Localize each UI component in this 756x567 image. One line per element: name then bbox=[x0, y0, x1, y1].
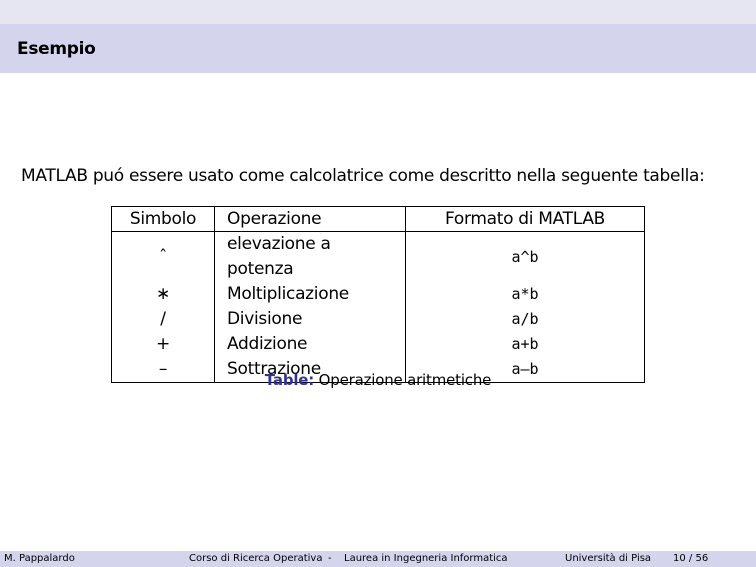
table-row: ˆ elevazione a potenza a^b bbox=[111, 231, 645, 282]
table-caption: Table: Operazione aritmetiche bbox=[0, 371, 756, 389]
caption-label: Table: bbox=[264, 371, 315, 389]
footer-author: M. Pappalardo bbox=[4, 553, 75, 564]
header-symbol: Simbolo bbox=[111, 206, 215, 232]
footer-degree: Laurea in Ingegneria Informatica bbox=[344, 553, 508, 564]
symbol-cell: + bbox=[111, 332, 215, 357]
symbol-cell: / bbox=[111, 307, 215, 332]
footer-course: Corso di Ricerca Operativa bbox=[189, 553, 323, 564]
caption-text: Operazione aritmetiche bbox=[318, 371, 492, 389]
operation-cell: Addizione bbox=[214, 332, 406, 357]
table-row: / Divisione a/b bbox=[111, 307, 645, 332]
footer-bar: M. Pappalardo Corso di Ricerca Operativa… bbox=[0, 551, 756, 567]
table-row: + Addizione a+b bbox=[111, 332, 645, 357]
operation-cell: Divisione bbox=[214, 307, 406, 332]
table-header-row: Simbolo Operazione Formato di MATLAB bbox=[111, 206, 645, 232]
operations-table: Simbolo Operazione Formato di MATLAB ˆ e… bbox=[111, 206, 645, 383]
footer-page-number: 10 / 56 bbox=[673, 553, 709, 564]
footer-university: Università di Pisa bbox=[565, 553, 652, 564]
table-row: ∗ Moltiplicazione a*b bbox=[111, 282, 645, 307]
matlab-cell: a*b bbox=[405, 282, 645, 307]
matlab-cell: a+b bbox=[405, 332, 645, 357]
symbol-cell: ˆ bbox=[111, 231, 215, 282]
symbol-cell: ∗ bbox=[111, 282, 215, 307]
header-matlab-format: Formato di MATLAB bbox=[405, 206, 645, 232]
operation-cell: elevazione a potenza bbox=[214, 231, 406, 282]
matlab-cell: a^b bbox=[405, 231, 645, 282]
slide-title: Esempio bbox=[17, 38, 96, 59]
operation-cell: Moltiplicazione bbox=[214, 282, 406, 307]
top-band bbox=[0, 0, 756, 24]
title-bar: Esempio bbox=[0, 24, 756, 73]
matlab-cell: a/b bbox=[405, 307, 645, 332]
footer-separator: - bbox=[328, 553, 332, 564]
header-operation: Operazione bbox=[214, 206, 406, 232]
intro-text: MATLAB puó essere usato come calcolatric… bbox=[21, 166, 705, 186]
